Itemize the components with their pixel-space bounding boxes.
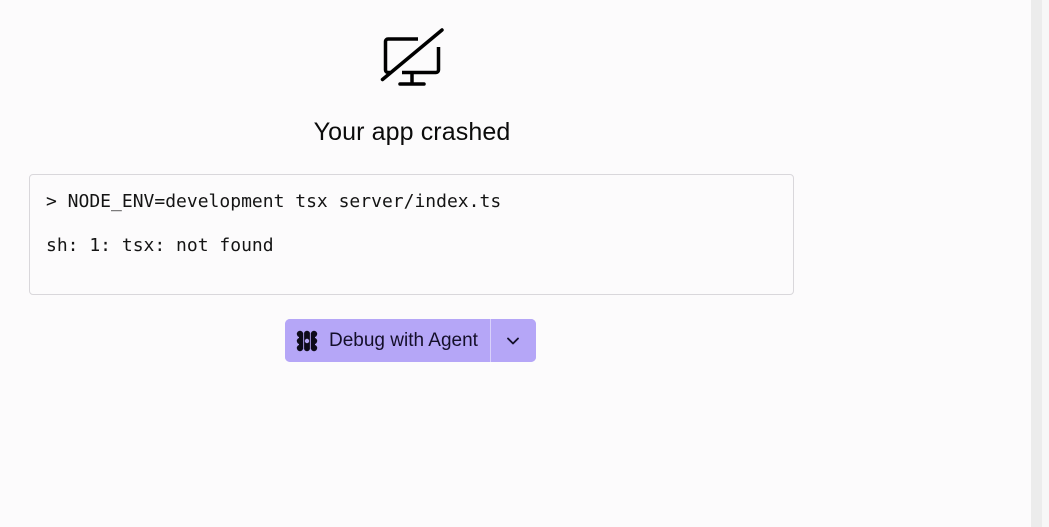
error-log: > NODE_ENV=development tsx server/index.…: [29, 174, 794, 295]
scrollbar[interactable]: [1031, 0, 1042, 527]
page-title: Your app crashed: [313, 118, 511, 146]
agent-icon: [296, 330, 318, 351]
log-line: sh: 1: tsx: not found: [46, 235, 274, 256]
monitor-off-icon: [380, 28, 444, 86]
window-edge: [1042, 0, 1049, 527]
log-line: > NODE_ENV=development tsx server/index.…: [46, 191, 502, 212]
debug-options-button[interactable]: [490, 319, 536, 362]
chevron-down-icon: [507, 337, 520, 344]
debug-with-agent-button[interactable]: Debug with Agent: [285, 319, 490, 362]
main-panel: Your app crashed > NODE_ENV=development …: [0, 0, 1031, 527]
app-crash-page: Your app crashed > NODE_ENV=development …: [0, 0, 1049, 527]
debug-button-group: Debug with Agent: [285, 319, 536, 362]
debug-button-label: Debug with Agent: [329, 329, 478, 351]
